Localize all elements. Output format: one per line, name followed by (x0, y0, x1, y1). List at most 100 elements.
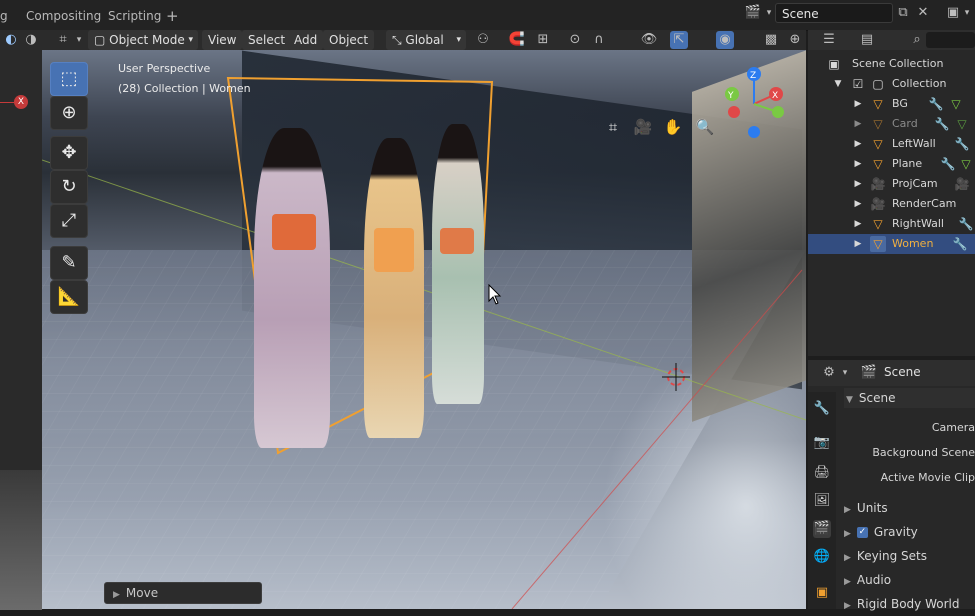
mode-dropdown[interactable]: ▢ Object Mode ▾ (88, 30, 198, 50)
rigid-body-world-subpanel[interactable]: ▶ Rigid Body World (844, 594, 959, 614)
select-menu[interactable]: Select (242, 30, 292, 50)
modifier-wrench-icon[interactable]: 🔧 (940, 156, 956, 172)
gravity-checkbox[interactable]: ✓ (856, 527, 868, 538)
outliner-item-rightwall[interactable]: ▶ ▽ RightWall 🔧 (808, 214, 975, 234)
outliner-item-bg[interactable]: ▶ ▽ BG 🔧 ▽ (808, 94, 975, 114)
wireframe-shading-icon[interactable]: ⊕ (786, 31, 804, 49)
pivot-point-icon[interactable]: ⚇ (474, 31, 492, 49)
outliner-scene-collection[interactable]: ▣ Scene Collection (808, 54, 975, 74)
outliner-item-label: Scene Collection (852, 57, 944, 70)
rotate-tool[interactable]: ↻ (50, 170, 88, 204)
chevron-down-icon[interactable]: ▾ (836, 364, 854, 382)
move-tool[interactable]: ✥ (50, 136, 88, 170)
navigation-gizmo[interactable]: Z X Y (724, 64, 794, 154)
falloff-icon[interactable]: ∩ (590, 31, 608, 49)
measure-tool[interactable]: 📐 (50, 280, 88, 314)
cursor-tool[interactable]: ⊕ (50, 96, 88, 130)
shading-solid-icon[interactable]: ◐ (2, 31, 20, 49)
editor-type-icon[interactable]: ☰ (820, 31, 838, 49)
chevron-down-icon[interactable]: ▼ (830, 76, 846, 92)
transform-orientation-dropdown[interactable]: ⤡ Global ▾ (386, 30, 466, 50)
modifier-wrench-icon[interactable]: 🔧 (954, 136, 970, 152)
chevron-right-icon[interactable]: ▶ (850, 116, 866, 132)
workspace-tab-partial[interactable]: g (0, 6, 14, 26)
gizmo-toggle-icon[interactable]: ⇱ (670, 31, 688, 49)
outliner-item-projcam[interactable]: ▶ 🎥 ProjCam 🎥 (808, 174, 975, 194)
mesh-data-icon[interactable]: ▽ (948, 96, 964, 112)
audio-subpanel[interactable]: ▶ Audio (844, 570, 891, 590)
mesh-data-icon[interactable]: ▽ (958, 156, 974, 172)
scene-tab-icon[interactable]: 🎬 (813, 520, 831, 538)
camera-icon[interactable]: 🎥 (632, 116, 654, 138)
outliner-item-women[interactable]: ▶ ▽ Women 🔧 (808, 234, 975, 254)
view-layer-tab-icon[interactable]: 🖼 (813, 492, 831, 510)
shading-material-icon[interactable]: ◑ (22, 31, 40, 49)
outliner-item-label: RightWall (892, 217, 944, 230)
object-menu[interactable]: Object (323, 30, 375, 50)
last-operator-panel[interactable]: ▶ Move (104, 582, 262, 604)
chevron-right-icon[interactable]: ▶ (850, 156, 866, 172)
search-input[interactable] (926, 32, 975, 48)
visibility-icon[interactable]: 👁 (640, 31, 658, 49)
zoom-icon[interactable]: 🔍 (694, 116, 716, 138)
svg-text:Z: Z (750, 71, 756, 81)
women-image-plane[interactable] (228, 78, 492, 450)
object-tab-icon[interactable]: ▣ (813, 584, 831, 602)
annotate-tool[interactable]: ✎ (50, 246, 88, 280)
modifier-wrench-icon[interactable]: 🔧 (928, 96, 944, 112)
keying-sets-subpanel[interactable]: ▶ Keying Sets (844, 546, 927, 566)
chevron-right-icon: ▶ (844, 553, 851, 563)
pan-hand-icon[interactable]: ✋ (662, 116, 684, 138)
chevron-right-icon[interactable]: ▶ (850, 236, 866, 252)
mesh-data-icon[interactable]: ▽ (954, 116, 970, 132)
modifier-wrench-icon[interactable]: 🔧 (958, 216, 974, 232)
select-box-tool[interactable]: ⬚ (50, 62, 88, 96)
close-icon[interactable]: ✕ (914, 4, 932, 22)
modifier-wrench-icon[interactable]: 🔧 (952, 236, 968, 252)
add-menu[interactable]: Add (288, 30, 324, 50)
chevron-right-icon[interactable]: ▶ (850, 136, 866, 152)
workspace-tab-scripting[interactable]: Scripting (102, 6, 167, 26)
subpanel-label: Audio (856, 573, 892, 587)
world-tab-icon[interactable]: 🌐 (813, 548, 831, 566)
outliner-item-card[interactable]: ▶ ▽ Card 🔧 ▽ (808, 114, 975, 134)
units-subpanel[interactable]: ▶ Units (844, 498, 888, 518)
workspace-tab-compositing[interactable]: Compositing (20, 6, 107, 26)
camera-view-icon[interactable]: ⌗ (602, 116, 624, 138)
output-tab-icon[interactable]: 🖨 (813, 464, 831, 482)
scale-tool[interactable]: ⤢ (50, 204, 88, 238)
snap-icon[interactable]: 🧲 (508, 31, 526, 49)
chevron-down-icon[interactable]: ▾ (70, 31, 88, 49)
chevron-right-icon[interactable]: ▶ (850, 96, 866, 112)
add-workspace-button[interactable]: + (160, 6, 185, 26)
outliner-collection[interactable]: ▼ ☑ ▢ Collection (808, 74, 975, 94)
outliner-item-plane[interactable]: ▶ ▽ Plane 🔧 ▽ (808, 154, 975, 174)
adjacent-editor-strip: X (0, 50, 42, 610)
copy-scene-icon[interactable]: ⧉ (894, 4, 912, 22)
chevron-down-icon[interactable]: ▾ (958, 4, 975, 22)
gravity-subpanel[interactable]: ▶ ✓ Gravity (844, 522, 918, 542)
search-icon[interactable]: ⌕ (908, 31, 926, 49)
view-menu[interactable]: View (202, 30, 243, 50)
chevron-right-icon[interactable]: ▶ (850, 176, 866, 192)
chevron-right-icon[interactable]: ▶ (850, 196, 866, 212)
xray-icon[interactable]: ▩ (762, 31, 780, 49)
display-mode-icon[interactable]: ▤ (858, 31, 876, 49)
3d-viewport[interactable]: Z X Y ⌗ 🎥 ✋ 🔍 (42, 50, 806, 609)
render-tab-icon[interactable]: 📷 (813, 434, 831, 452)
mesh-icon: ▽ (873, 97, 883, 111)
camera-field-label: Camera (931, 421, 975, 434)
scene-name-field[interactable]: Scene (775, 3, 893, 23)
proportional-edit-icon[interactable]: ⊙ (566, 31, 584, 49)
modifier-wrench-icon[interactable]: 🔧 (934, 116, 950, 132)
outliner-item-rendercam[interactable]: ▶ 🎥 RenderCam (808, 194, 975, 214)
tool-tab-icon[interactable]: 🔧 (813, 400, 831, 418)
checkbox-icon[interactable]: ☑ (850, 76, 866, 92)
outliner-item-leftwall[interactable]: ▶ ▽ LeftWall 🔧 (808, 134, 975, 154)
snap-target-icon[interactable]: ⊞ (534, 31, 552, 49)
scene-panel-header[interactable]: ▼ Scene (844, 388, 975, 408)
camera-data-icon[interactable]: 🎥 (954, 176, 970, 192)
outliner-item-label: BG (892, 97, 908, 110)
overlay-toggle-icon[interactable]: ◉ (716, 31, 734, 49)
chevron-right-icon[interactable]: ▶ (850, 216, 866, 232)
